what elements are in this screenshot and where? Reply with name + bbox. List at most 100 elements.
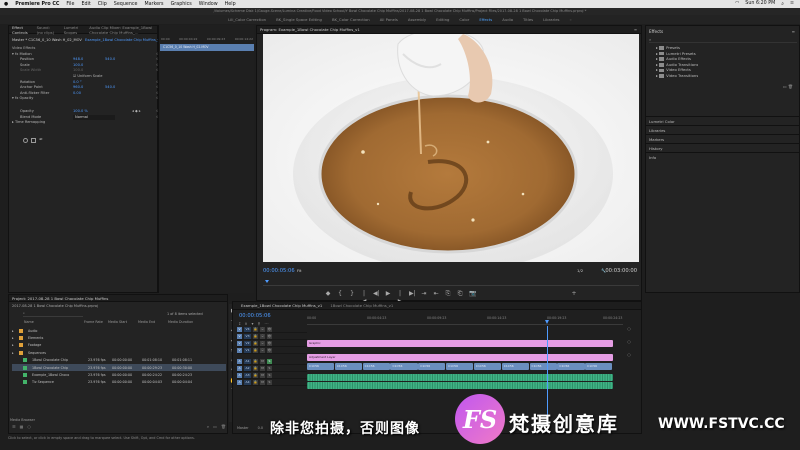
v1-clip[interactable]: C1C56 bbox=[418, 363, 446, 370]
track-target-toggle[interactable]: A3 bbox=[244, 372, 251, 378]
program-video-frame[interactable] bbox=[263, 34, 639, 262]
pen-mask-icon[interactable]: ✒ bbox=[39, 138, 43, 143]
v1-clip[interactable]: C1C56 bbox=[557, 363, 585, 370]
blend-mode-select[interactable]: Normal bbox=[73, 114, 115, 120]
v1-clip[interactable]: C1C56 bbox=[446, 363, 474, 370]
playhead-timecode[interactable]: 00:00:05:06 bbox=[263, 268, 295, 274]
go-to-in-button[interactable]: |◀ bbox=[361, 290, 367, 305]
workspace-tab[interactable]: Color bbox=[459, 17, 469, 22]
add-marker-button[interactable]: ◆ bbox=[325, 290, 331, 298]
anchor-y[interactable]: 540.0 bbox=[105, 85, 115, 89]
project-search-input[interactable]: ⌕ bbox=[23, 311, 83, 317]
scroll-handle-icon[interactable]: ○ bbox=[627, 339, 631, 344]
workspace-tab[interactable]: Libraries bbox=[543, 17, 559, 22]
menu-window[interactable]: Window bbox=[199, 2, 218, 7]
find-icon[interactable]: ⌕ bbox=[207, 424, 209, 430]
workspace-tab[interactable]: Editing bbox=[436, 17, 449, 22]
solo-button[interactable]: S bbox=[267, 365, 272, 371]
tab-sequence-1bowl[interactable]: 1Bowl Chocolate Chip Muffins_v1 bbox=[330, 303, 393, 308]
effects-search-input[interactable]: ⌕ bbox=[649, 37, 797, 43]
audio-clip-a2[interactable] bbox=[307, 382, 613, 389]
source-patch-toggle[interactable]: A bbox=[237, 365, 242, 371]
eye-icon[interactable]: 👁 bbox=[267, 340, 272, 346]
timeline-ruler[interactable]: 00:00 00:00:04:23 00:00:09:23 00:00:14:2… bbox=[307, 313, 623, 325]
trash-icon[interactable]: 🗑 bbox=[221, 424, 226, 430]
timeline-timecode[interactable]: 00:00:05:06 bbox=[239, 313, 271, 319]
sequence-clip-label[interactable]: Example_1Bowl Chocolate Chip Muffins_v1 bbox=[85, 38, 162, 44]
workspace-tab[interactable]: BK_Color Correction bbox=[332, 17, 370, 22]
button-editor-button[interactable]: + bbox=[571, 290, 577, 298]
tab-media-browser[interactable]: Media Browser bbox=[10, 418, 35, 422]
workspace-tab[interactable]: Titles bbox=[523, 17, 533, 22]
tree-item-video-transitions[interactable]: ▸ Video Transitions bbox=[656, 73, 698, 79]
overflow-icon[interactable]: » bbox=[570, 17, 572, 22]
track-target-toggle[interactable]: V4 bbox=[244, 326, 251, 332]
v1-clip[interactable]: C1C56 bbox=[390, 363, 418, 370]
label-color-chip[interactable] bbox=[19, 343, 23, 348]
v1-clip[interactable]: C1C56 bbox=[307, 363, 335, 370]
column-media-duration[interactable]: Media Duration bbox=[168, 320, 198, 326]
menu-sequence[interactable]: Sequence bbox=[114, 2, 138, 7]
panel-info[interactable]: Info bbox=[646, 152, 800, 161]
lift-button[interactable]: ⇥ bbox=[421, 290, 427, 298]
step-forward-button[interactable]: |▶ bbox=[397, 290, 403, 305]
lock-icon[interactable]: 🔒 bbox=[253, 372, 258, 378]
panel-menu-icon[interactable]: ≡ bbox=[792, 29, 795, 34]
playhead-line[interactable] bbox=[547, 326, 548, 420]
track-target-toggle[interactable]: V2 bbox=[244, 340, 251, 346]
master-volume[interactable]: 0.0 bbox=[258, 426, 263, 430]
menu-graphics[interactable]: Graphics bbox=[171, 2, 192, 7]
source-patch-toggle[interactable]: V bbox=[237, 326, 242, 332]
project-row[interactable]: ▸ Elements bbox=[12, 334, 226, 341]
sync-lock-icon[interactable]: ⌸ bbox=[260, 347, 265, 353]
mute-button[interactable]: M bbox=[260, 365, 265, 371]
workspace-tab-active[interactable]: Effects bbox=[479, 17, 492, 22]
play-button[interactable]: ▶ bbox=[385, 290, 391, 298]
tab-sound[interactable]: Sound: (no clips) bbox=[37, 25, 56, 35]
extract-button[interactable]: ⇤ bbox=[433, 290, 439, 298]
project-row[interactable]: 1Bowl Chocolate Chip 23.976 fps 00:00:00:0… bbox=[12, 357, 226, 364]
rectangle-mask-icon[interactable] bbox=[31, 138, 36, 143]
mute-button[interactable]: M bbox=[260, 372, 265, 378]
source-patch-toggle[interactable]: V bbox=[237, 347, 242, 353]
graphic-clip[interactable]: Graphic bbox=[307, 340, 613, 347]
effects-title[interactable]: Effects bbox=[649, 29, 663, 34]
workspace-tab[interactable]: All Panels bbox=[380, 17, 398, 22]
chevron-right-icon[interactable]: ▸ bbox=[12, 351, 16, 355]
new-folder-icon[interactable]: ▭ 🗑 bbox=[783, 84, 793, 89]
source-patch-toggle[interactable]: V bbox=[237, 333, 242, 339]
column-frame-rate[interactable]: Frame Rate bbox=[84, 320, 108, 326]
lock-icon[interactable]: 🔒 bbox=[253, 379, 258, 385]
sync-lock-icon[interactable]: ⌸ bbox=[260, 340, 265, 346]
tab-audio-clip-mixer[interactable]: Audio Clip Mixer: Example_1Bowl Chocolat… bbox=[89, 25, 157, 35]
overwrite-button[interactable]: ⎗ bbox=[457, 290, 463, 298]
chevron-right-icon[interactable]: ▸ bbox=[12, 329, 16, 333]
label-color-chip[interactable] bbox=[23, 365, 27, 370]
panel-menu-icon[interactable]: ≡ bbox=[634, 27, 641, 32]
solo-button[interactable]: S bbox=[267, 358, 272, 364]
playhead-handle-icon[interactable] bbox=[545, 320, 549, 324]
scrub-playhead-icon[interactable] bbox=[265, 280, 269, 283]
menu-markers[interactable]: Markers bbox=[144, 2, 163, 7]
v1-clip[interactable]: C1C56 bbox=[529, 363, 557, 370]
menu-file[interactable]: File bbox=[66, 2, 74, 7]
source-patch-toggle[interactable]: A bbox=[237, 358, 242, 364]
new-bin-icon[interactable]: ▭ bbox=[213, 424, 217, 430]
label-color-chip[interactable] bbox=[19, 328, 23, 333]
source-patch-toggle[interactable]: V bbox=[237, 340, 242, 346]
workspace-tab[interactable]: Lili_Color Correction bbox=[228, 17, 266, 22]
workspace-tab[interactable]: BK_Single Space Editing bbox=[276, 17, 322, 22]
v1-clip[interactable]: C1C56 bbox=[473, 363, 502, 370]
clock[interactable]: Sun 6:20 PM bbox=[745, 1, 775, 7]
menu-app-name[interactable]: Premiere Pro CC bbox=[15, 2, 59, 7]
tab-lumetri-scopes[interactable]: Lumetri Scopes bbox=[64, 25, 82, 35]
insert-button[interactable]: ⎘ bbox=[445, 290, 451, 298]
panel-libraries[interactable]: Libraries bbox=[646, 125, 800, 134]
lock-icon[interactable]: 🔒 bbox=[253, 365, 258, 371]
scroll-down-icon[interactable]: ○ bbox=[627, 352, 631, 357]
menu-help[interactable]: Help bbox=[225, 2, 236, 7]
lock-icon[interactable]: 🔒 bbox=[253, 358, 258, 364]
tab-project[interactable]: Project: 2017-08-28 1 Bowl Chocolate Chi… bbox=[12, 296, 108, 301]
chevron-right-icon[interactable]: ▸ bbox=[12, 336, 16, 340]
workspace-tab[interactable]: Assembly bbox=[408, 17, 426, 22]
